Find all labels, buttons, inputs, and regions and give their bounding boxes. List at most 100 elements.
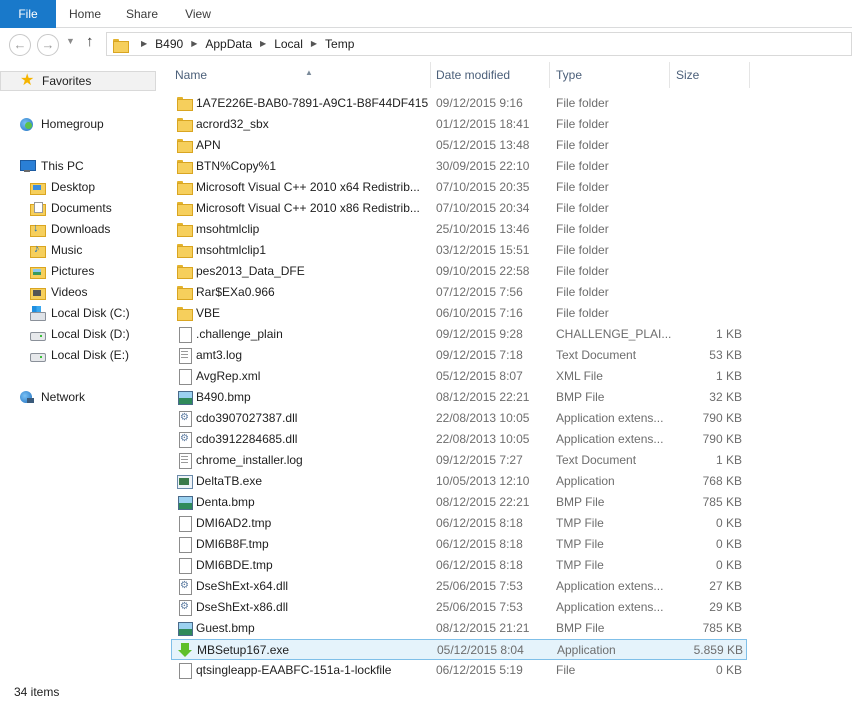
file-size: 1 KB <box>715 369 742 383</box>
sidebar-item-favorites[interactable]: ★ Favorites <box>0 71 156 91</box>
address-bar[interactable]: ▶ B490 ▶ AppData ▶ Local ▶ Temp <box>106 32 852 56</box>
file-type: Application extens... <box>556 600 664 614</box>
file-date-modified: 06/12/2015 8:18 <box>436 516 523 530</box>
column-header-label: Size <box>676 68 700 82</box>
table-row[interactable]: cdo3912284685.dll 22/08/2013 10:05 Applica… <box>171 429 747 450</box>
table-row[interactable]: qtsingleapp-EAABFC-151a-1-lockfile 06/12/… <box>171 660 747 681</box>
tab-file[interactable]: File <box>0 0 56 28</box>
file-name: DMI6AD2.tmp <box>196 516 272 530</box>
table-row[interactable]: BTN%Copy%1 30/09/2015 22:10 File folder <box>171 156 747 177</box>
sidebar-item-pictures[interactable]: Pictures <box>0 261 156 281</box>
item-count: 34 items <box>14 685 60 699</box>
file-date-modified: 05/12/2015 13:48 <box>436 138 530 152</box>
file-size: 0 KB <box>715 663 742 677</box>
table-row[interactable]: DeltaTB.exe 10/05/2013 12:10 Application 76… <box>171 471 747 492</box>
table-row[interactable]: cdo3907027387.dll 22/08/2013 10:05 Applica… <box>171 408 747 429</box>
sidebar-item-label: Local Disk (C:) <box>51 306 130 320</box>
navigation-pane: ★ Favorites Homegroup This PC Desktop Do… <box>0 62 156 682</box>
sidebar-item-music[interactable]: Music <box>0 240 156 260</box>
file-name: acrord32_sbx <box>196 117 269 131</box>
chevron-right-icon[interactable]: ▶ <box>260 33 266 55</box>
tab-share[interactable]: Share <box>118 0 166 28</box>
file-date-modified: 06/10/2015 7:16 <box>436 306 523 320</box>
breadcrumb-temp[interactable]: Temp <box>325 33 354 55</box>
chevron-right-icon[interactable]: ▶ <box>191 33 197 55</box>
column-header-type[interactable]: Type <box>550 62 670 88</box>
breadcrumb-appdata[interactable]: AppData <box>205 33 252 55</box>
table-row[interactable]: amt3.log 09/12/2015 7:18 Text Document 53 K… <box>171 345 747 366</box>
table-row[interactable]: DMI6B8F.tmp 06/12/2015 8:18 TMP File 0 KB <box>171 534 747 555</box>
table-row[interactable]: msohtmlclip 25/10/2015 13:46 File folder <box>171 219 747 240</box>
computer-icon <box>19 158 36 174</box>
up-button[interactable]: ↑ <box>86 33 94 50</box>
table-row[interactable]: Denta.bmp 08/12/2015 22:21 BMP File 785 KB <box>171 492 747 513</box>
table-row[interactable]: msohtmlclip1 03/12/2015 15:51 File folder <box>171 240 747 261</box>
column-header-name[interactable]: Name ▲ <box>169 62 431 88</box>
table-row[interactable]: Microsoft Visual C++ 2010 x64 Redistrib.… <box>171 177 747 198</box>
table-row[interactable]: AvgRep.xml 05/12/2015 8:07 XML File 1 KB <box>171 366 747 387</box>
text-file-icon <box>176 452 192 469</box>
file-date-modified: 08/12/2015 22:21 <box>436 390 530 404</box>
column-divider[interactable] <box>749 62 750 88</box>
file-name: Microsoft Visual C++ 2010 x86 Redistrib.… <box>196 201 420 215</box>
tab-view[interactable]: View <box>176 0 220 28</box>
dll-file-icon <box>176 410 192 427</box>
chevron-right-icon[interactable]: ▶ <box>311 33 317 55</box>
dll-file-icon <box>176 599 192 616</box>
back-button[interactable]: ← <box>9 34 31 56</box>
sidebar-item-this-pc[interactable]: This PC <box>0 156 156 176</box>
table-row[interactable]: Guest.bmp 08/12/2015 21:21 BMP File 785 KB <box>171 618 747 639</box>
column-header-label: Type <box>556 68 583 82</box>
status-bar: 34 items <box>0 682 852 703</box>
sidebar-item-local-disk-c[interactable]: Local Disk (C:) <box>0 303 156 323</box>
table-row[interactable]: pes2013_Data_DFE 09/10/2015 22:58 File fol… <box>171 261 747 282</box>
sidebar-item-network[interactable]: Network <box>0 387 156 407</box>
table-row[interactable]: Rar$EXa0.966 07/12/2015 7:56 File folder <box>171 282 747 303</box>
folder-icon <box>176 242 193 258</box>
table-row[interactable]: DMI6AD2.tmp 06/12/2015 8:18 TMP File 0 KB <box>171 513 747 534</box>
sidebar-item-homegroup[interactable]: Homegroup <box>0 114 156 134</box>
table-row[interactable]: .challenge_plain 09/12/2015 9:28 CHALLENGE… <box>171 324 747 345</box>
table-row[interactable]: DMI6BDE.tmp 06/12/2015 8:18 TMP File 0 KB <box>171 555 747 576</box>
table-row[interactable]: DseShExt-x86.dll 25/06/2015 7:53 Applicati… <box>171 597 747 618</box>
table-row[interactable]: acrord32_sbx 01/12/2015 18:41 File folder <box>171 114 747 135</box>
table-row[interactable]: APN 05/12/2015 13:48 File folder <box>171 135 747 156</box>
column-header-date[interactable]: Date modified <box>430 62 550 88</box>
column-header-label: Date modified <box>436 68 511 82</box>
table-row[interactable]: chrome_installer.log 09/12/2015 7:27 Text … <box>171 450 747 471</box>
column-header-size[interactable]: Size <box>670 62 750 88</box>
forward-button[interactable]: → <box>37 34 59 56</box>
chevron-right-icon[interactable]: ▶ <box>141 33 147 55</box>
sidebar-item-videos[interactable]: Videos <box>0 282 156 302</box>
file-date-modified: 07/10/2015 20:35 <box>436 180 530 194</box>
sidebar-item-local-disk-d[interactable]: Local Disk (D:) <box>0 324 156 344</box>
table-row[interactable]: 1A7E226E-BAB0-7891-A9C1-B8F44DF415... 09/… <box>171 93 747 114</box>
videos-folder-icon <box>29 284 46 300</box>
table-row[interactable]: B490.bmp 08/12/2015 22:21 BMP File 32 KB <box>171 387 747 408</box>
sidebar-item-downloads[interactable]: Downloads <box>0 219 156 239</box>
table-row[interactable]: DseShExt-x64.dll 25/06/2015 7:53 Applicati… <box>171 576 747 597</box>
file-date-modified: 30/09/2015 22:10 <box>436 159 530 173</box>
sidebar-item-label: Favorites <box>42 74 92 88</box>
text-file-icon <box>176 347 192 364</box>
sidebar-item-desktop[interactable]: Desktop <box>0 177 156 197</box>
network-icon <box>19 389 35 405</box>
sidebar-item-local-disk-e[interactable]: Local Disk (E:) <box>0 345 156 365</box>
pictures-folder-icon <box>29 263 46 279</box>
file-date-modified: 22/08/2013 10:05 <box>436 432 530 446</box>
breadcrumb-local[interactable]: Local <box>274 33 303 55</box>
file-list: Name ▲ Date modified Type Size 1A7E226E-… <box>157 62 852 682</box>
file-type: XML File <box>556 369 603 383</box>
recent-locations-icon[interactable]: ▼ <box>66 36 75 46</box>
folder-icon <box>176 305 193 321</box>
file-date-modified: 06/12/2015 8:18 <box>436 537 523 551</box>
sidebar-item-documents[interactable]: Documents <box>0 198 156 218</box>
setup-exe-icon <box>177 642 193 658</box>
breadcrumb-b490[interactable]: B490 <box>155 33 183 55</box>
table-row[interactable]: Microsoft Visual C++ 2010 x86 Redistrib.… <box>171 198 747 219</box>
table-row[interactable]: MBSetup167.exe 05/12/2015 8:04 Application… <box>171 639 747 660</box>
tab-home[interactable]: Home <box>60 0 110 28</box>
file-icon <box>176 662 192 679</box>
file-type: File <box>556 663 576 677</box>
table-row[interactable]: VBE 06/10/2015 7:16 File folder <box>171 303 747 324</box>
